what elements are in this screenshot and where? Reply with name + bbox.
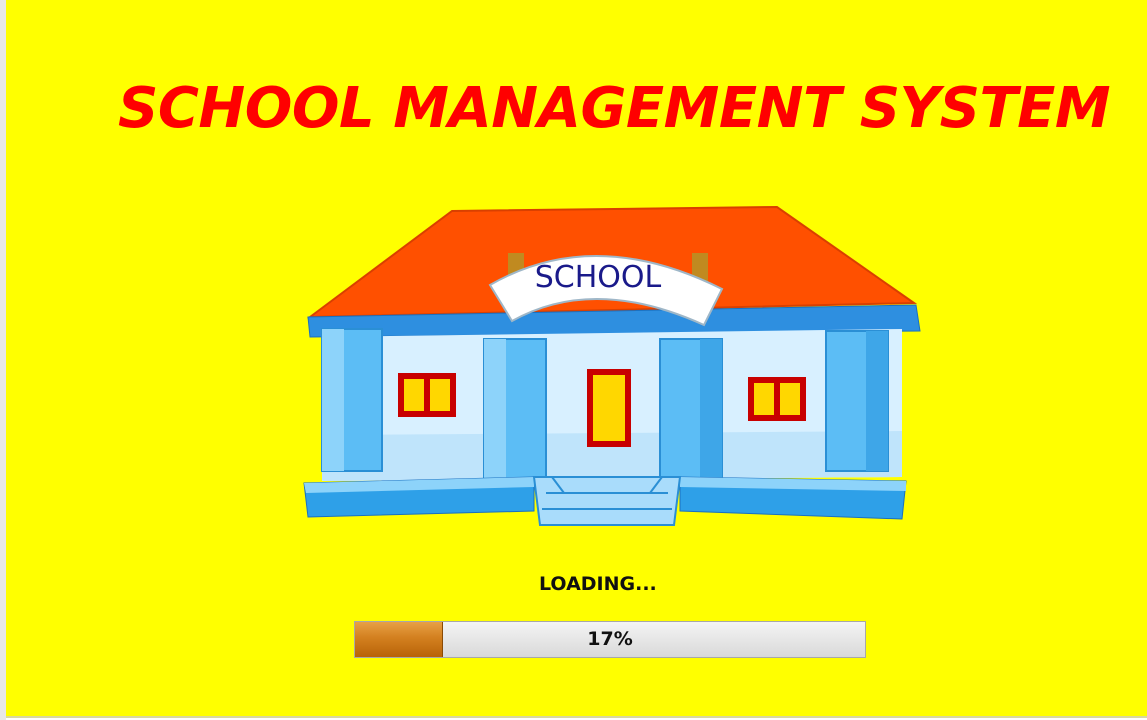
loading-label: LOADING... xyxy=(539,573,657,595)
school-building-illustration: SCHOOL xyxy=(303,205,921,526)
school-sign-text: SCHOOL xyxy=(535,260,662,295)
progress-percent-text: 17% xyxy=(587,628,633,650)
splash-screen: SCHOOL MANAGEMENT SYSTEM SCHOOL LOADING.… xyxy=(6,0,1147,718)
app-title: SCHOOL MANAGEMENT SYSTEM xyxy=(118,76,1111,141)
loading-progress-bar: 17% xyxy=(354,621,866,658)
